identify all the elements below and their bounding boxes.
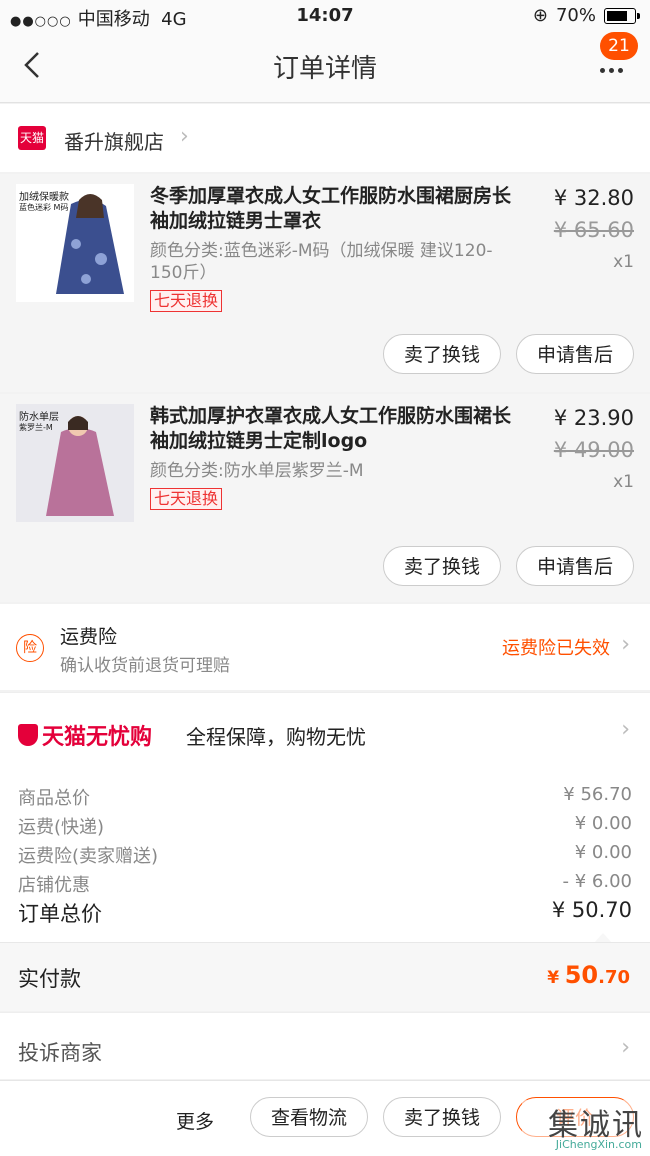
more-icon[interactable] bbox=[600, 58, 630, 78]
product-variant: 颜色分类:蓝色迷彩-M码（加绒保暖 建议120-150斤） bbox=[150, 241, 493, 283]
product-price: ¥ 32.80 bbox=[553, 186, 634, 210]
return-tag: 七天退换 bbox=[150, 290, 223, 312]
paid-amount: ¥ 50.70 bbox=[547, 961, 630, 989]
insurance-icon: 险 bbox=[16, 634, 44, 662]
watermark-url: JiChengXin.com bbox=[555, 1138, 642, 1151]
product-title[interactable]: 冬季加厚罩衣成人女工作服防水围裙厨房长袖加绒拉链男士罩衣 bbox=[150, 184, 512, 234]
status-bar: ●●○○○ 中国移动 4G 14:07 ⊕ 70% bbox=[0, 0, 650, 32]
summary-row: 运费险(卖家赠送) ¥ 0.00 bbox=[18, 842, 632, 867]
worry-free-banner[interactable]: 天猫无忧购 全程保障，购物无忧 › bbox=[0, 692, 650, 771]
nav-bar: 订单详情 21 bbox=[0, 32, 650, 103]
insurance-subtitle: 确认收货前退货可理赔 bbox=[60, 656, 230, 676]
return-tag: 七天退换 bbox=[150, 488, 223, 510]
original-price: ¥ 49.00 bbox=[553, 438, 634, 462]
sell-button[interactable]: 卖了换钱 bbox=[383, 334, 501, 374]
view-logistics-button[interactable]: 查看物流 bbox=[250, 1097, 368, 1137]
sell-button[interactable]: 卖了换钱 bbox=[383, 1097, 501, 1137]
rotation-lock-icon: ⊕ bbox=[532, 5, 548, 26]
chevron-right-icon: › bbox=[621, 717, 630, 742]
battery-icon bbox=[604, 7, 640, 24]
price-summary: 商品总价 ¥ 56.70 运费(快递) ¥ 0.00 运费险(卖家赠送) ¥ 0.00… bbox=[0, 770, 650, 943]
summary-row: 运费(快递) ¥ 0.00 bbox=[18, 813, 632, 838]
message-badge: 21 bbox=[600, 32, 638, 60]
summary-row: 店铺优惠 - ¥ 6.00 bbox=[18, 871, 632, 896]
product-title[interactable]: 韩式加厚护衣罩衣成人女工作服防水围裙长袖加绒拉链男士定制logo bbox=[150, 404, 512, 454]
quantity: x1 bbox=[613, 472, 634, 492]
status-right: ⊕ 70% bbox=[532, 5, 640, 26]
quantity: x1 bbox=[613, 252, 634, 272]
worry-free-text: 全程保障，购物无忧 bbox=[186, 725, 366, 749]
chevron-right-icon: › bbox=[621, 632, 630, 657]
shop-header[interactable]: 天猫 番升旗舰店 › bbox=[0, 104, 650, 172]
insurance-status[interactable]: 运费险已失效 bbox=[502, 634, 610, 660]
order-total: 订单总价 ¥ 50.70 bbox=[18, 898, 632, 926]
battery-percent: 70% bbox=[555, 5, 596, 26]
order-item[interactable]: 加绒保暖款 蓝色迷彩 M码 冬季加厚罩衣成人女工作服防水围裙厨房长袖加绒拉链男士… bbox=[0, 174, 650, 392]
chevron-right-icon: › bbox=[180, 124, 189, 149]
summary-row: 商品总价 ¥ 56.70 bbox=[18, 784, 632, 809]
tmall-logo: 天猫 bbox=[18, 126, 46, 150]
product-thumbnail[interactable]: 加绒保暖款 蓝色迷彩 M码 bbox=[16, 184, 134, 302]
worry-free-logo: 天猫无忧购 bbox=[18, 719, 152, 751]
product-thumbnail[interactable]: 防水单层 紫罗兰-M bbox=[16, 404, 134, 522]
after-sale-button[interactable]: 申请售后 bbox=[516, 546, 634, 586]
shield-icon bbox=[18, 724, 38, 746]
paid-label: 实付款 bbox=[18, 967, 81, 991]
more-button[interactable]: 更多 bbox=[176, 1107, 214, 1134]
product-variant: 颜色分类:防水单层紫罗兰-M bbox=[150, 461, 364, 481]
original-price: ¥ 65.60 bbox=[553, 218, 634, 242]
complain-label: 投诉商家 bbox=[18, 1041, 102, 1065]
sell-button[interactable]: 卖了换钱 bbox=[383, 546, 501, 586]
shipping-insurance[interactable]: 险 运费险 确认收货前退货可理赔 运费险已失效 › bbox=[0, 604, 650, 690]
after-sale-button[interactable]: 申请售后 bbox=[516, 334, 634, 374]
complain-merchant[interactable]: 投诉商家 › bbox=[0, 1012, 650, 1079]
chevron-right-icon: › bbox=[621, 1035, 630, 1060]
page-title: 订单详情 bbox=[272, 54, 377, 84]
product-price: ¥ 23.90 bbox=[553, 406, 634, 430]
order-item[interactable]: 防水单层 紫罗兰-M 韩式加厚护衣罩衣成人女工作服防水围裙长袖加绒拉链男士定制l… bbox=[0, 394, 650, 602]
insurance-title: 运费险 bbox=[60, 626, 118, 648]
actual-payment: 实付款 ¥ 50.70 bbox=[0, 942, 650, 1011]
shop-name[interactable]: 番升旗舰店 bbox=[64, 126, 164, 155]
